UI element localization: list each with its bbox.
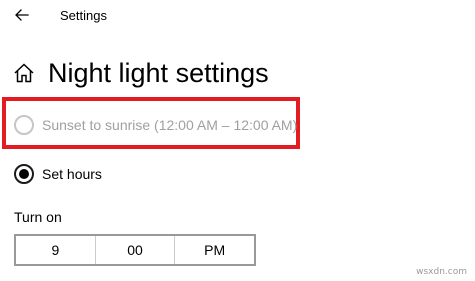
page-header: Night light settings (12, 55, 269, 91)
am-pm-field[interactable]: PM (174, 236, 254, 264)
title-bar: Settings (0, 0, 475, 32)
back-arrow-icon (15, 9, 29, 21)
radio-selected-dot (19, 169, 29, 179)
sunset-radio-button[interactable] (14, 115, 34, 135)
back-button[interactable] (8, 3, 36, 27)
page-title: Night light settings (48, 58, 269, 88)
turn-on-time-picker[interactable]: 9 00 PM (14, 234, 256, 266)
set-hours-radio-button[interactable] (14, 164, 34, 184)
hour-field[interactable]: 9 (16, 236, 95, 264)
watermark: wsxdn.com (416, 267, 467, 277)
set-hours-option[interactable]: Set hours (14, 164, 102, 184)
turn-on-label: Turn on (14, 209, 62, 225)
minute-field[interactable]: 00 (94, 236, 175, 264)
set-hours-label: Set hours (42, 166, 102, 182)
sunset-option-label: Sunset to sunrise (12:00 AM – 12:00 AM) (42, 117, 298, 133)
home-icon (12, 61, 36, 85)
app-title: Settings (60, 8, 107, 23)
sunset-to-sunrise-option[interactable]: Sunset to sunrise (12:00 AM – 12:00 AM) (14, 115, 297, 135)
